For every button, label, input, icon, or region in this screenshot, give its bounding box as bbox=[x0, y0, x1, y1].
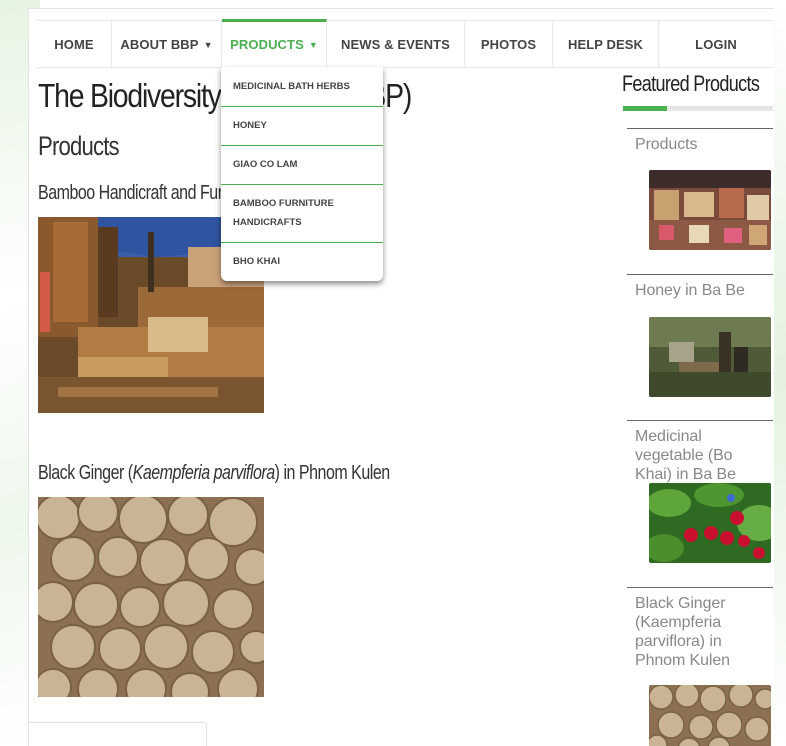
dropdown-divider bbox=[221, 106, 383, 107]
featured-product-title[interactable]: Medicinal vegetable (Bo Khai) in Ba Be bbox=[627, 421, 773, 484]
bo-khai-image[interactable] bbox=[649, 483, 771, 563]
dropdown-divider bbox=[221, 145, 383, 146]
page-container: HOME ABOUT BBP ▼ PRODUCTS ▼ NEWS & EVENT… bbox=[28, 8, 774, 746]
black-ginger-image[interactable] bbox=[38, 497, 264, 697]
caret-down-icon: ▼ bbox=[203, 39, 213, 50]
featured-product-title[interactable]: Products bbox=[627, 129, 773, 154]
nav-login[interactable]: LOGIN bbox=[659, 21, 773, 68]
nav-home-label: HOME bbox=[54, 37, 94, 52]
black-ginger-thumb-image[interactable] bbox=[649, 685, 771, 746]
featured-product[interactable]: Products bbox=[627, 128, 773, 273]
featured-product-title[interactable]: Black Ginger (Kaempferia parviflora) in … bbox=[627, 588, 773, 670]
heading-prefix: Black Ginger ( bbox=[38, 462, 133, 484]
nav-products[interactable]: PRODUCTS ▼ bbox=[222, 19, 327, 67]
featured-product[interactable]: Honey in Ba Be bbox=[627, 274, 773, 419]
nav-photos[interactable]: PHOTOS bbox=[465, 21, 553, 68]
caret-down-icon: ▼ bbox=[308, 39, 318, 50]
heading-italic: Kaempferia parviflora bbox=[132, 462, 275, 484]
products-dropdown-menu: MEDICINAL BATH HERBS HONEY GIAO CO LAM B… bbox=[221, 67, 383, 281]
featured-product[interactable]: Medicinal vegetable (Bo Khai) in Ba Be bbox=[627, 420, 773, 586]
dropdown-item-honey[interactable]: HONEY bbox=[221, 116, 383, 135]
dropdown-divider bbox=[221, 242, 383, 243]
nav-help-label: HELP DESK bbox=[567, 37, 644, 52]
honey-image[interactable] bbox=[649, 317, 771, 397]
nav-about-bbp[interactable]: ABOUT BBP ▼ bbox=[112, 21, 222, 68]
nav-photos-label: PHOTOS bbox=[480, 37, 537, 52]
dropdown-item-bamboo-furniture-handicrafts[interactable]: BAMBOO FURNITURE HANDICRAFTS bbox=[221, 194, 371, 232]
featured-product-title[interactable]: Honey in Ba Be bbox=[627, 275, 773, 300]
sidebar-title-accent bbox=[623, 106, 667, 111]
sidebar-title: Featured Products bbox=[622, 71, 760, 96]
main-nav: HOME ABOUT BBP ▼ PRODUCTS ▼ NEWS & EVENT… bbox=[37, 19, 773, 68]
nav-help-desk[interactable]: HELP DESK bbox=[553, 21, 659, 68]
dropdown-item-giao-co-lam[interactable]: GIAO CO LAM bbox=[221, 155, 383, 174]
nav-products-label: PRODUCTS bbox=[230, 37, 304, 52]
featured-products-image[interactable] bbox=[649, 170, 771, 250]
dropdown-item-medicinal-bath-herbs[interactable]: MEDICINAL BATH HERBS bbox=[221, 77, 383, 96]
footer-box bbox=[29, 722, 207, 746]
dropdown-item-bho-khai[interactable]: BHO KHAI bbox=[221, 252, 383, 271]
background-decoration-right bbox=[772, 0, 786, 746]
nav-news-events[interactable]: NEWS & EVENTS bbox=[327, 21, 465, 68]
nav-news-label: NEWS & EVENTS bbox=[341, 37, 450, 52]
heading-suffix: ) in Phnom Kulen bbox=[274, 462, 391, 484]
section-subtitle: Products bbox=[38, 131, 120, 161]
nav-login-label: LOGIN bbox=[695, 37, 737, 52]
featured-product[interactable]: Black Ginger (Kaempferia parviflora) in … bbox=[627, 587, 773, 746]
product-heading-bamboo[interactable]: Bamboo Handicraft and Furnit bbox=[38, 182, 238, 205]
dropdown-divider bbox=[221, 184, 383, 185]
nav-home[interactable]: HOME bbox=[37, 21, 112, 68]
nav-about-label: ABOUT BBP bbox=[120, 37, 199, 52]
product-heading-black-ginger[interactable]: Black Ginger (Kaempferia parviflora) in … bbox=[38, 462, 390, 485]
